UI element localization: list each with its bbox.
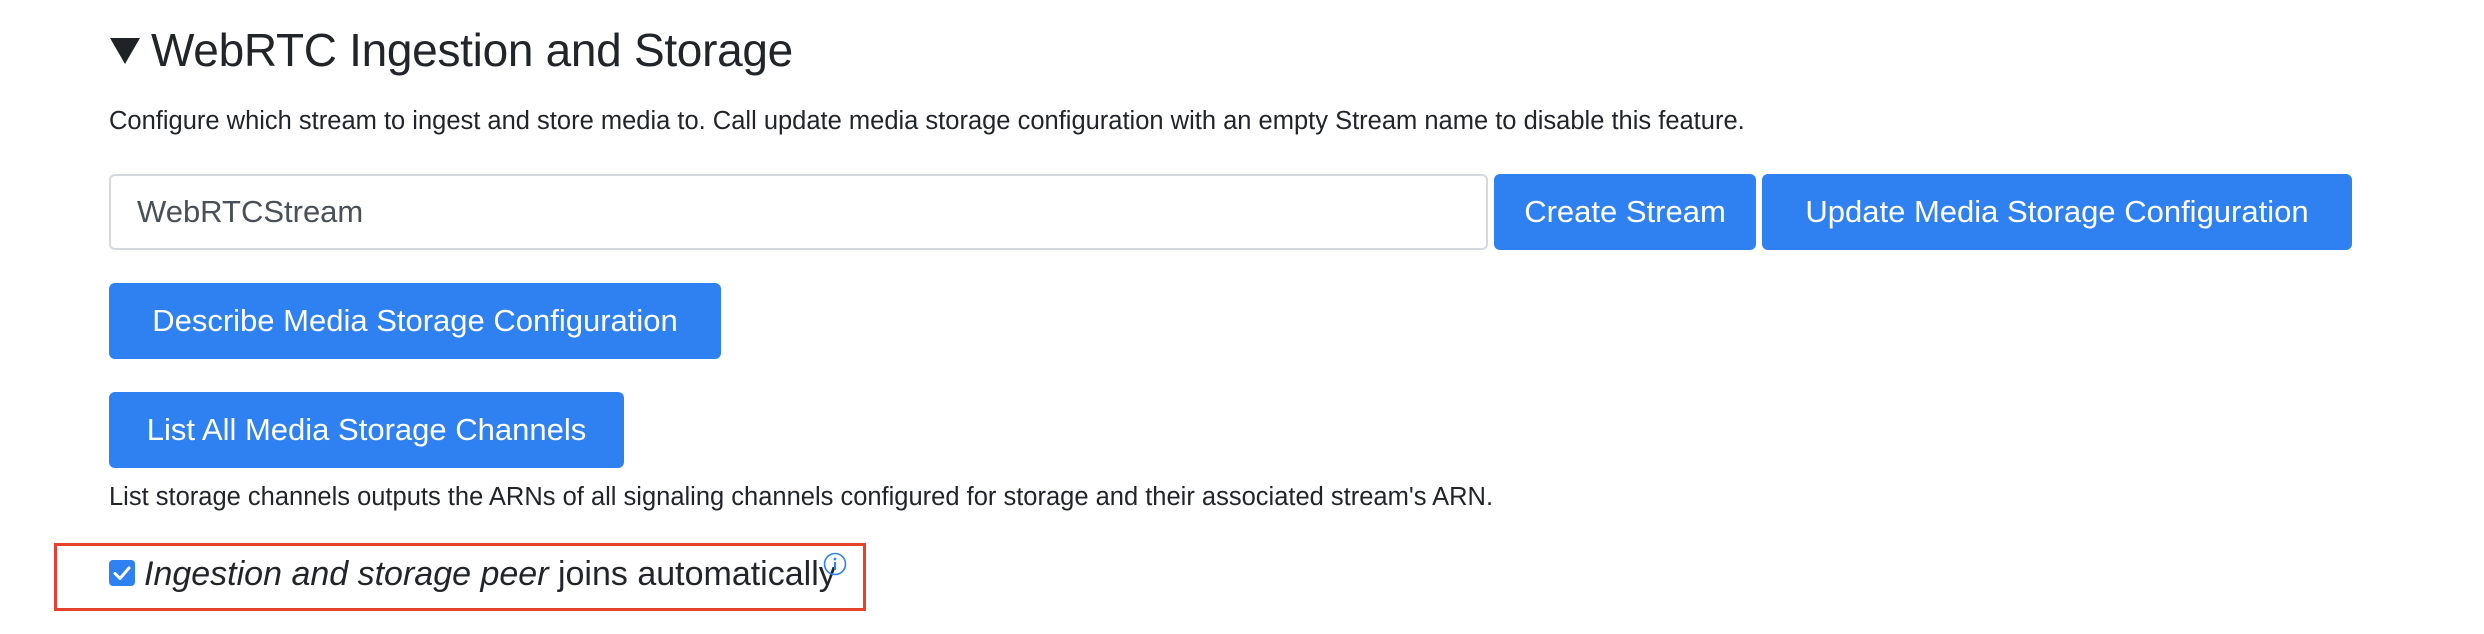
create-stream-button[interactable]: Create Stream [1494, 174, 1756, 250]
list-channels-help-text: List storage channels outputs the ARNs o… [109, 483, 1494, 511]
list-all-media-storage-channels-button[interactable]: List All Media Storage Channels [109, 392, 624, 468]
triangle-down-icon[interactable] [109, 34, 141, 66]
auto-join-label[interactable]: Ingestion and storage peer joins automat… [144, 553, 836, 595]
auto-join-label-italic: Ingestion and storage peer [144, 555, 549, 593]
checkmark-icon [113, 566, 131, 580]
section-header[interactable]: WebRTC Ingestion and Storage [109, 20, 793, 80]
section-title: WebRTC Ingestion and Storage [151, 24, 793, 76]
describe-media-storage-configuration-button[interactable]: Describe Media Storage Configuration [109, 283, 721, 359]
auto-join-label-rest: joins automatically [548, 555, 836, 593]
update-media-storage-configuration-button[interactable]: Update Media Storage Configuration [1762, 174, 2352, 250]
auto-join-checkbox[interactable] [109, 560, 135, 586]
info-circle-icon[interactable] [823, 552, 847, 576]
section-description: Configure which stream to ingest and sto… [109, 107, 1745, 135]
stream-name-input[interactable] [109, 174, 1488, 250]
